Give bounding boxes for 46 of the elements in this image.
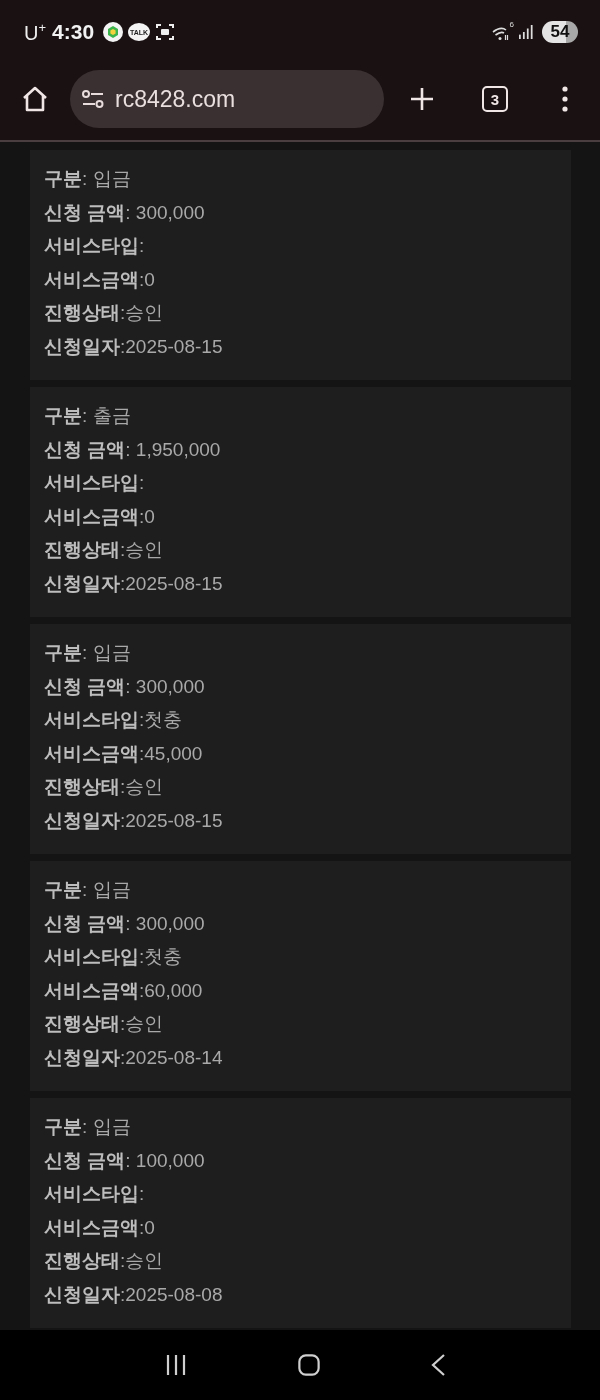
record-field: 신청 금액: 300,000 — [44, 195, 557, 230]
clock-time: 4:30 — [52, 20, 95, 44]
record-field: 구분: 출금 — [44, 399, 557, 433]
record-field: 서비스금액:45,000 — [44, 736, 557, 771]
screenshot-icon — [155, 22, 176, 42]
recents-icon[interactable] — [165, 1354, 188, 1376]
record-field: 신청일자:2025-08-15 — [44, 566, 557, 601]
record-field: 서비스타입: — [44, 229, 557, 263]
record-field: 서비스금액:0 — [44, 499, 557, 534]
record-field: 서비스금액:0 — [44, 262, 557, 297]
record-field: 서비스금액:0 — [44, 1210, 557, 1245]
record-field: 신청일자:2025-08-15 — [44, 803, 557, 838]
battery-indicator: 54 — [542, 21, 578, 43]
record-field: 진행상태:승인 — [44, 533, 557, 567]
record-field: 서비스타입:첫충 — [44, 940, 557, 974]
more-menu-icon[interactable] — [562, 86, 568, 112]
record-field: 신청일자:2025-08-14 — [44, 1040, 557, 1075]
record-field: 진행상태:승인 — [44, 1244, 557, 1278]
back-icon[interactable] — [430, 1354, 445, 1376]
record-field: 신청 금액: 300,000 — [44, 669, 557, 704]
record-field: 진행상태:승인 — [44, 296, 557, 330]
record-field: 서비스타입: — [44, 1177, 557, 1211]
carrier-label: U$^{+}$ — [24, 19, 47, 45]
address-bar[interactable]: rc8428.com — [70, 70, 384, 128]
record-field: 진행상태:승인 — [44, 770, 557, 804]
record-field: 서비스타입: — [44, 466, 557, 500]
record-field: 진행상태:승인 — [44, 1007, 557, 1041]
record-field: 신청 금액: 300,000 — [44, 906, 557, 941]
site-settings-icon[interactable] — [82, 90, 104, 108]
record-field: 구분: 입금 — [44, 873, 557, 907]
record-field: 서비스타입:첫충 — [44, 703, 557, 737]
url-text: rc8428.com — [115, 85, 236, 113]
record-field: 신청 금액: 1,950,000 — [44, 432, 557, 467]
record-field: 구분: 입금 — [44, 1110, 557, 1144]
home-button-icon[interactable] — [298, 1354, 320, 1376]
new-tab-icon[interactable] — [410, 87, 434, 111]
signal-icon — [519, 25, 533, 39]
home-icon[interactable] — [22, 86, 48, 112]
record-field: 구분: 입금 — [44, 636, 557, 670]
record-field: 신청일자:2025-08-08 — [44, 1277, 557, 1312]
tab-count-button[interactable]: 3 — [482, 86, 508, 112]
record-field: 서비스금액:60,000 — [44, 973, 557, 1008]
record-field: 구분: 입금 — [44, 162, 557, 196]
record-field: 신청일자:2025-08-15 — [44, 329, 557, 364]
app-notification-icon — [103, 22, 124, 42]
record-field: 신청 금액: 100,000 — [44, 1143, 557, 1178]
